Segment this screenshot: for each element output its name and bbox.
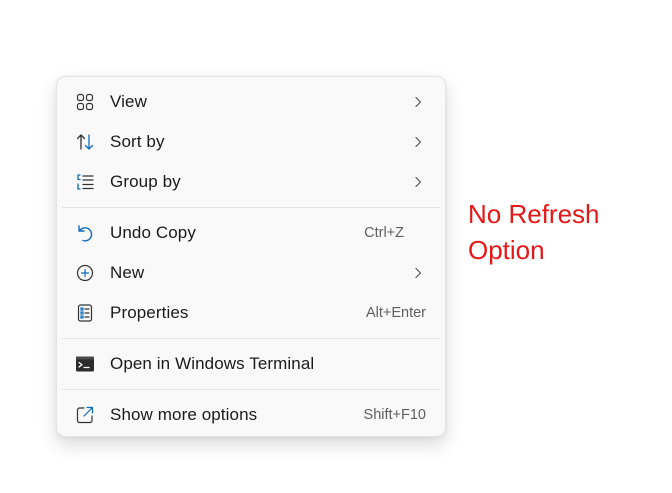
menu-item-label: Sort by — [110, 132, 165, 151]
menu-item-label: Undo Copy — [110, 223, 196, 242]
context-menu: View Sort by Group by Undo Copy Ctrl+Z N… — [56, 76, 446, 437]
menu-item-label: Show more options — [110, 405, 258, 424]
menu-separator — [62, 389, 440, 390]
menu-item-open-terminal[interactable]: Open in Windows Terminal — [62, 344, 440, 384]
properties-icon — [75, 303, 95, 323]
menu-item-view[interactable]: View — [62, 82, 440, 122]
view-grid-icon — [75, 92, 95, 112]
shortcut-text: Alt+Enter — [365, 305, 426, 321]
menu-item-properties[interactable]: Properties Alt+Enter — [62, 293, 440, 333]
chevron-right-icon — [412, 96, 424, 108]
undo-icon — [75, 223, 95, 243]
menu-item-label: Group by — [110, 172, 181, 191]
menu-item-label: New — [110, 263, 145, 282]
menu-item-label: Open in Windows Terminal — [110, 354, 315, 373]
chevron-right-icon — [412, 267, 424, 279]
shortcut-text: Ctrl+Z — [364, 225, 404, 241]
terminal-icon — [75, 354, 95, 374]
shortcut-text: Shift+F10 — [363, 407, 426, 423]
sort-arrows-icon — [75, 132, 95, 152]
show-more-icon — [75, 405, 95, 425]
menu-item-sort-by[interactable]: Sort by — [62, 122, 440, 162]
menu-item-undo-copy[interactable]: Undo Copy Ctrl+Z — [62, 213, 440, 253]
chevron-right-icon — [412, 136, 424, 148]
group-list-icon — [75, 172, 95, 192]
menu-item-show-more-options[interactable]: Show more options Shift+F10 — [62, 395, 440, 435]
menu-item-label: Properties — [110, 303, 189, 322]
menu-item-group-by[interactable]: Group by — [62, 162, 440, 202]
new-plus-icon — [75, 263, 95, 283]
menu-item-new[interactable]: New — [62, 253, 440, 293]
menu-separator — [62, 207, 440, 208]
annotation-note: No Refresh Option — [468, 199, 600, 265]
chevron-right-icon — [412, 176, 424, 188]
menu-separator — [62, 338, 440, 339]
menu-item-label: View — [110, 92, 147, 111]
